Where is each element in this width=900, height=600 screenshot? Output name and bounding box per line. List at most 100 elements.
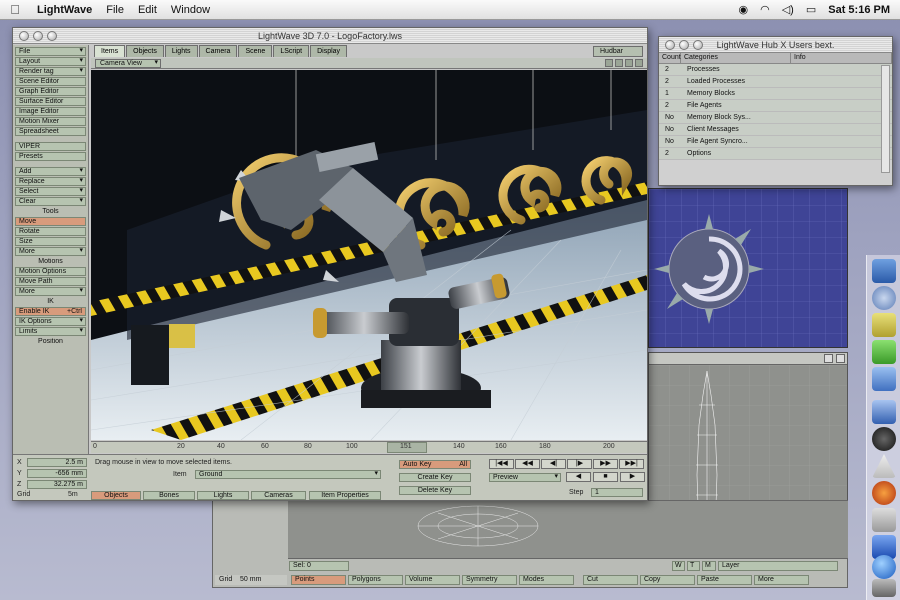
y-position-field[interactable]: -656 mm (27, 469, 87, 478)
tab-scene[interactable]: Scene (238, 45, 273, 57)
bones-button[interactable]: Bones (143, 491, 195, 500)
objects-button[interactable]: Objects (91, 491, 141, 500)
modeler-copy-button[interactable]: Copy (640, 575, 695, 585)
modeler-top-viewport[interactable] (288, 501, 848, 559)
panel-button-move-path[interactable]: Move Path (15, 277, 86, 286)
panel-button-render-tag[interactable]: Render tag (15, 67, 86, 76)
network-dock-icon[interactable] (872, 555, 896, 579)
viewport-zoom-icon[interactable] (836, 354, 845, 363)
panel-button-spreadsheet[interactable]: Spreadsheet (15, 127, 86, 136)
zoom-button[interactable] (47, 30, 57, 41)
tab-camera[interactable]: Camera (198, 45, 238, 57)
panel-button-graph-editor[interactable]: Graph Editor (15, 87, 86, 96)
transport-button-5[interactable]: ▶▶| (619, 459, 644, 469)
menu-edit[interactable]: Edit (131, 4, 164, 16)
panel-button-layout[interactable]: Layout (15, 57, 86, 66)
layer-w-button[interactable]: W (672, 561, 685, 571)
hub-titlebar[interactable]: LightWave Hub X Users bext. (659, 37, 892, 53)
menu-file[interactable]: File (99, 4, 131, 16)
panel-button-replace[interactable]: Replace (15, 177, 86, 186)
panel-button-motion-options[interactable]: Motion Options (15, 267, 86, 276)
panel-button-ik-options[interactable]: IK Options (15, 317, 86, 326)
lw-titlebar[interactable]: LightWave 3D 7.0 - LogoFactory.lws (13, 28, 647, 44)
modeler-tab-volume[interactable]: Volume (405, 575, 460, 585)
panel-button-clear[interactable]: Clear (15, 197, 86, 206)
cameras-button[interactable]: Cameras (251, 491, 306, 500)
lights-button[interactable]: Lights (197, 491, 249, 500)
minimize-button[interactable] (33, 30, 43, 41)
view-rotate-icon[interactable] (615, 59, 623, 67)
transport-button-0[interactable]: |◀◀ (489, 459, 514, 469)
transport-button-3[interactable]: |▶ (567, 459, 592, 469)
display-icon[interactable]: ▭ (806, 3, 816, 16)
menu-app-name[interactable]: LightWave (30, 4, 99, 16)
mail-dock-icon[interactable] (872, 286, 896, 310)
modeler-cut-button[interactable]: Cut (583, 575, 638, 585)
modeler-sel-field[interactable]: Sel: 0 (289, 561, 349, 571)
panel-button-rotate[interactable]: Rotate (15, 227, 86, 236)
ichat-dock-icon[interactable] (872, 313, 896, 337)
firefox-dock-icon[interactable] (872, 481, 896, 505)
address-dock-icon[interactable] (872, 340, 896, 364)
tab-display[interactable]: Display (310, 45, 348, 57)
zoom-button[interactable] (693, 39, 703, 50)
layer-m-button[interactable]: M (702, 561, 716, 571)
view-max-icon[interactable] (635, 59, 643, 67)
hudbar-button[interactable]: Hudbar (593, 46, 643, 57)
utility-dock-icon[interactable] (872, 367, 896, 391)
modeler-tab-modes[interactable]: Modes (519, 575, 574, 585)
panel-button-image-editor[interactable]: Image Editor (15, 107, 86, 116)
close-button[interactable] (665, 39, 675, 50)
view-type-select[interactable]: Camera View (95, 59, 161, 68)
panel-button-viper[interactable]: VIPER (15, 142, 86, 151)
panel-button-enable-ik[interactable]: Enable IK +Ctrl (15, 307, 86, 316)
panel-button-move[interactable]: Move (15, 217, 86, 226)
close-button[interactable] (19, 30, 29, 41)
timeline-marker[interactable]: 151 (387, 442, 427, 453)
hub-row[interactable]: No Client Messages (659, 124, 892, 136)
layer-select[interactable]: Layer (718, 561, 838, 571)
wifi-icon[interactable]: ◠ (760, 3, 770, 16)
modeler-more-button[interactable]: More (754, 575, 809, 585)
col-categories[interactable]: Categories (681, 53, 791, 63)
app-dock-icon[interactable] (872, 454, 896, 478)
modeler-perspective-viewport[interactable] (648, 188, 848, 348)
play-button[interactable]: ▶ (620, 472, 645, 482)
volume-icon[interactable]: ◁) (782, 3, 794, 16)
current-item-select[interactable]: Ground (195, 470, 381, 479)
hub-row[interactable]: 2 Options (659, 148, 892, 160)
preview-select[interactable]: Preview (489, 473, 561, 482)
minimize-button[interactable] (679, 39, 689, 50)
col-info[interactable]: Info (791, 53, 892, 63)
panel-button-add[interactable]: Add (15, 167, 86, 176)
view-move-icon[interactable] (605, 59, 613, 67)
panel-button-more[interactable]: More (15, 247, 86, 256)
panel-button-select[interactable]: Select (15, 187, 86, 196)
tab-lights[interactable]: Lights (164, 45, 198, 57)
tab-lscript[interactable]: LScript (273, 45, 310, 57)
modeler-paste-button[interactable]: Paste (697, 575, 752, 585)
apple-menu-icon[interactable]:  (0, 2, 30, 17)
col-count[interactable]: Count (659, 53, 681, 63)
transport-button-2[interactable]: ◀| (541, 459, 566, 469)
finder-dock-icon[interactable] (872, 259, 896, 283)
step-field[interactable]: 1 (591, 488, 643, 497)
create-key-button[interactable]: Create Key (399, 473, 471, 482)
modeler-tab-symmetry[interactable]: Symmetry (462, 575, 517, 585)
tab-objects[interactable]: Objects (126, 45, 164, 57)
timeline-slider[interactable]: 0 20 40 60 80 100 151 140 160 180 200 (91, 441, 647, 453)
panel-button-surface-editor[interactable]: Surface Editor (15, 97, 86, 106)
menu-window[interactable]: Window (164, 4, 217, 16)
modeler-tab-points[interactable]: Points (291, 575, 346, 585)
stop-button[interactable]: ■ (593, 472, 618, 482)
dvd-dock-icon[interactable] (872, 427, 896, 451)
panel-button-limits[interactable]: Limits (15, 327, 86, 336)
hub-row[interactable]: 2 Loaded Processes (659, 76, 892, 88)
auto-key-button[interactable]: Auto Key All (399, 460, 471, 469)
panel-button-more[interactable]: More (15, 287, 86, 296)
hub-row[interactable]: No Memory Block Sys... (659, 112, 892, 124)
delete-key-button[interactable]: Delete Key (399, 486, 471, 495)
panel-button-file[interactable]: File (15, 47, 86, 56)
hub-row[interactable]: 1 Memory Blocks (659, 88, 892, 100)
view-zoom-icon[interactable] (625, 59, 633, 67)
